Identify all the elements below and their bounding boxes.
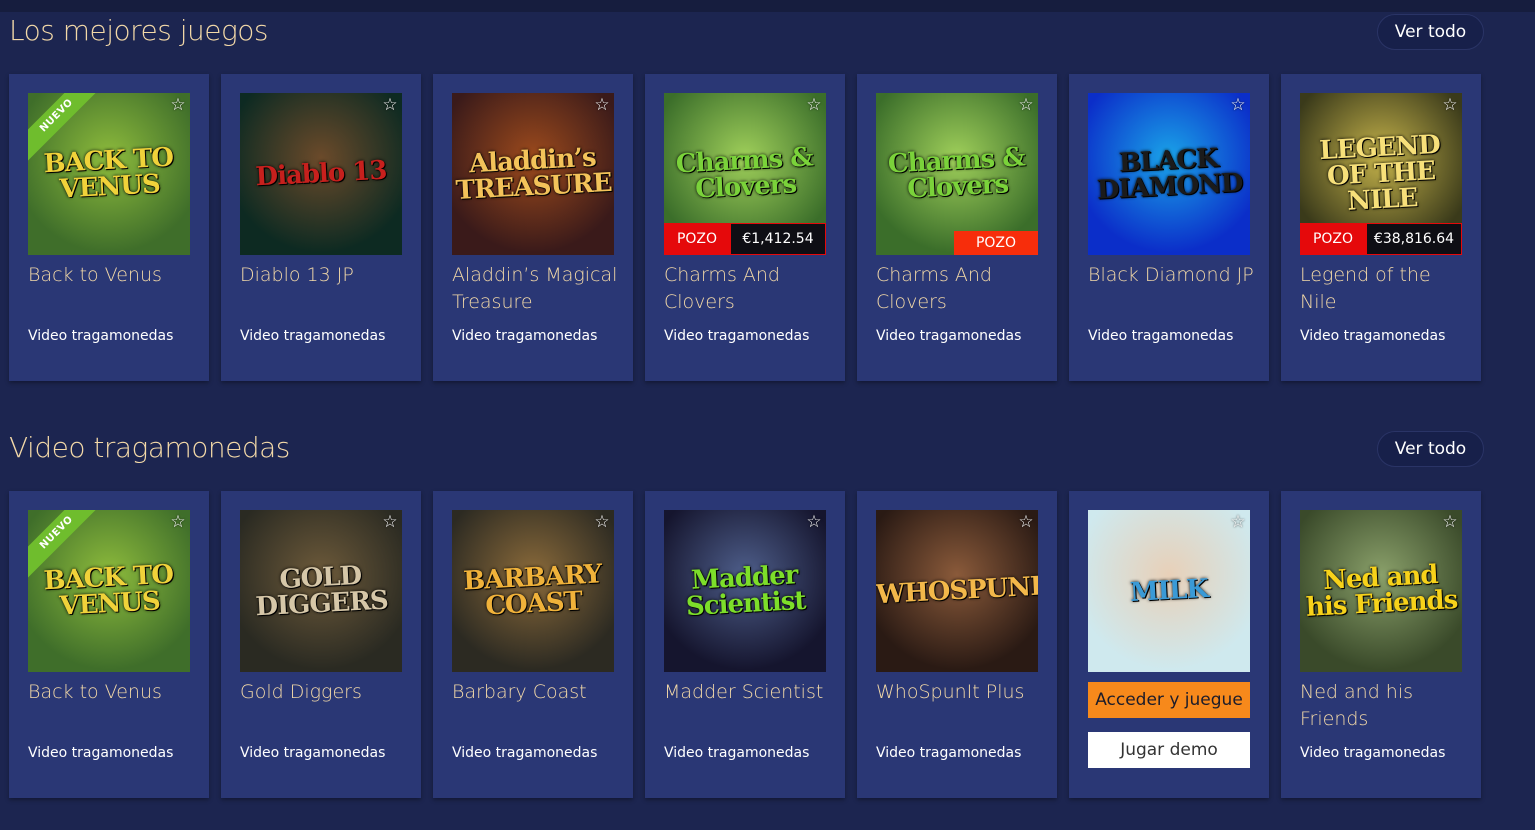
game-category: Video tragamonedas	[452, 328, 598, 344]
play-demo-button[interactable]: Jugar demo	[1088, 732, 1250, 768]
favorite-star-icon[interactable]: ☆	[1016, 95, 1036, 115]
game-title[interactable]: Legend of the Nile	[1300, 262, 1470, 316]
game-category: Video tragamonedas	[1300, 328, 1446, 344]
game-title[interactable]: Diablo 13 JP	[240, 262, 410, 289]
game-card[interactable]: Charms & Clovers POZO €1,412.54 ☆ Charms…	[645, 74, 845, 381]
game-category: Video tragamonedas	[1300, 745, 1446, 761]
game-card[interactable]: BARBARY COAST ☆ Barbary Coast Video trag…	[433, 491, 633, 798]
favorite-star-icon[interactable]: ☆	[168, 95, 188, 115]
game-category: Video tragamonedas	[876, 745, 1022, 761]
game-logo: BLACK DIAMOND	[1096, 143, 1244, 206]
jackpot-amount: €38,816.64	[1366, 223, 1462, 255]
game-thumbnail[interactable]: WHOSPUNIT? ☆	[876, 510, 1038, 672]
game-logo: GOLD DIGGERS	[254, 560, 389, 623]
game-category: Video tragamonedas	[664, 745, 810, 761]
game-category: Video tragamonedas	[1088, 328, 1234, 344]
game-thumbnail[interactable]: BARBARY COAST ☆	[452, 510, 614, 672]
game-category: Video tragamonedas	[28, 328, 174, 344]
jackpot-amount: €1,412.54	[730, 223, 826, 255]
login-and-play-button[interactable]: Acceder y juegue	[1088, 682, 1250, 718]
game-logo: Charms & Clovers	[675, 142, 814, 205]
game-logo: BACK TO VENUS	[42, 559, 174, 622]
game-category: Video tragamonedas	[240, 745, 386, 761]
game-card[interactable]: BACK TO VENUS NUEVO ☆ Back to Venus Vide…	[9, 491, 209, 798]
game-logo: Diablo 13	[254, 155, 388, 193]
jackpot-badge: POZO €38,816.64	[1300, 223, 1462, 255]
favorite-star-icon[interactable]: ☆	[592, 512, 612, 532]
view-all-button[interactable]: Ver todo	[1377, 14, 1484, 50]
favorite-star-icon[interactable]: ☆	[1228, 95, 1248, 115]
favorite-star-icon[interactable]: ☆	[1016, 512, 1036, 532]
game-card-list: BACK TO VENUS NUEVO ☆ Back to Venus Vide…	[9, 74, 1481, 381]
favorite-star-icon[interactable]: ☆	[804, 512, 824, 532]
favorite-star-icon[interactable]: ☆	[380, 512, 400, 532]
jackpot-label: POZO	[954, 231, 1038, 255]
section-title: Video tragamonedas	[9, 431, 290, 464]
game-title[interactable]: Aladdin’s Magical Treasure	[452, 262, 622, 316]
game-card[interactable]: GOLD DIGGERS ☆ Gold Diggers Video tragam…	[221, 491, 421, 798]
game-title[interactable]: Barbary Coast	[452, 679, 622, 706]
favorite-star-icon[interactable]: ☆	[168, 512, 188, 532]
game-thumbnail[interactable]: LEGEND OF THE NILE POZO €38,816.64 ☆	[1300, 93, 1462, 255]
top-bar	[0, 0, 1535, 12]
jackpot-badge: POZO €1,412.54	[664, 223, 826, 255]
game-thumbnail[interactable]: MILK ☆	[1088, 510, 1250, 672]
game-card[interactable]: BLACK DIAMOND ☆ Black Diamond JP Video t…	[1069, 74, 1269, 381]
game-card[interactable]: Madder Scientist ☆ Madder Scientist Vide…	[645, 491, 845, 798]
game-title[interactable]: WhoSpunIt Plus	[876, 679, 1046, 706]
game-title[interactable]: Back to Venus	[28, 262, 198, 289]
favorite-star-icon[interactable]: ☆	[380, 95, 400, 115]
game-thumbnail[interactable]: BACK TO VENUS NUEVO ☆	[28, 510, 190, 672]
game-thumbnail[interactable]: GOLD DIGGERS ☆	[240, 510, 402, 672]
game-thumbnail[interactable]: Diablo 13 ☆	[240, 93, 402, 255]
game-logo: WHOSPUNIT?	[876, 569, 1038, 611]
game-logo: BARBARY COAST	[462, 559, 603, 622]
favorite-star-icon[interactable]: ☆	[804, 95, 824, 115]
game-thumbnail[interactable]: Madder Scientist ☆	[664, 510, 826, 672]
jackpot-label: POZO	[1300, 223, 1366, 255]
jackpot-label: POZO	[664, 223, 730, 255]
game-card[interactable]: WHOSPUNIT? ☆ WhoSpunIt Plus Video tragam…	[857, 491, 1057, 798]
game-thumbnail[interactable]: BLACK DIAMOND ☆	[1088, 93, 1250, 255]
game-card[interactable]: Diablo 13 ☆ Diablo 13 JP Video tragamone…	[221, 74, 421, 381]
game-title[interactable]: Ned and his Friends	[1300, 679, 1470, 733]
game-logo: Ned and his Friends	[1305, 560, 1459, 623]
game-category: Video tragamonedas	[452, 745, 598, 761]
game-category: Video tragamonedas	[876, 328, 1022, 344]
view-all-button[interactable]: Ver todo	[1377, 431, 1484, 467]
section-title: Los mejores juegos	[9, 14, 269, 47]
game-logo: Aladdin’s TREASURE	[455, 142, 613, 207]
game-category: Video tragamonedas	[240, 328, 386, 344]
game-thumbnail[interactable]: Aladdin’s TREASURE ☆	[452, 93, 614, 255]
game-thumbnail[interactable]: Charms & Clovers POZO €1,412.54 ☆	[664, 93, 826, 255]
game-title[interactable]: Back to Venus	[28, 679, 198, 706]
game-card-hover[interactable]: MILK ☆ Acceder y juegue Jugar demo	[1069, 491, 1269, 798]
game-category: Video tragamonedas	[28, 745, 174, 761]
favorite-star-icon[interactable]: ☆	[592, 95, 612, 115]
game-card[interactable]: Aladdin’s TREASURE ☆ Aladdin’s Magical T…	[433, 74, 633, 381]
game-logo: BACK TO VENUS	[42, 142, 174, 205]
game-card-list: BACK TO VENUS NUEVO ☆ Back to Venus Vide…	[9, 491, 1481, 798]
game-logo: LEGEND OF THE NILE	[1318, 129, 1441, 217]
favorite-star-icon[interactable]: ☆	[1440, 512, 1460, 532]
game-title[interactable]: Black Diamond JP	[1088, 262, 1258, 289]
game-title[interactable]: Charms And Clovers	[876, 262, 1046, 316]
game-logo: Madder Scientist	[685, 560, 807, 623]
game-logo: Charms & Clovers	[887, 142, 1026, 205]
favorite-star-icon[interactable]: ☆	[1228, 512, 1248, 532]
game-title[interactable]: Madder Scientist	[664, 679, 834, 706]
game-card[interactable]: BACK TO VENUS NUEVO ☆ Back to Venus Vide…	[9, 74, 209, 381]
game-thumbnail[interactable]: Charms & Clovers POZO ☆	[876, 93, 1038, 255]
game-card[interactable]: LEGEND OF THE NILE POZO €38,816.64 ☆ Leg…	[1281, 74, 1481, 381]
game-card[interactable]: Charms & Clovers POZO ☆ Charms And Clove…	[857, 74, 1057, 381]
favorite-star-icon[interactable]: ☆	[1440, 95, 1460, 115]
game-category: Video tragamonedas	[664, 328, 810, 344]
game-card[interactable]: Ned and his Friends ☆ Ned and his Friend…	[1281, 491, 1481, 798]
game-thumbnail[interactable]: Ned and his Friends ☆	[1300, 510, 1462, 672]
game-title[interactable]: Gold Diggers	[240, 679, 410, 706]
game-title[interactable]: Charms And Clovers	[664, 262, 834, 316]
game-thumbnail[interactable]: BACK TO VENUS NUEVO ☆	[28, 93, 190, 255]
